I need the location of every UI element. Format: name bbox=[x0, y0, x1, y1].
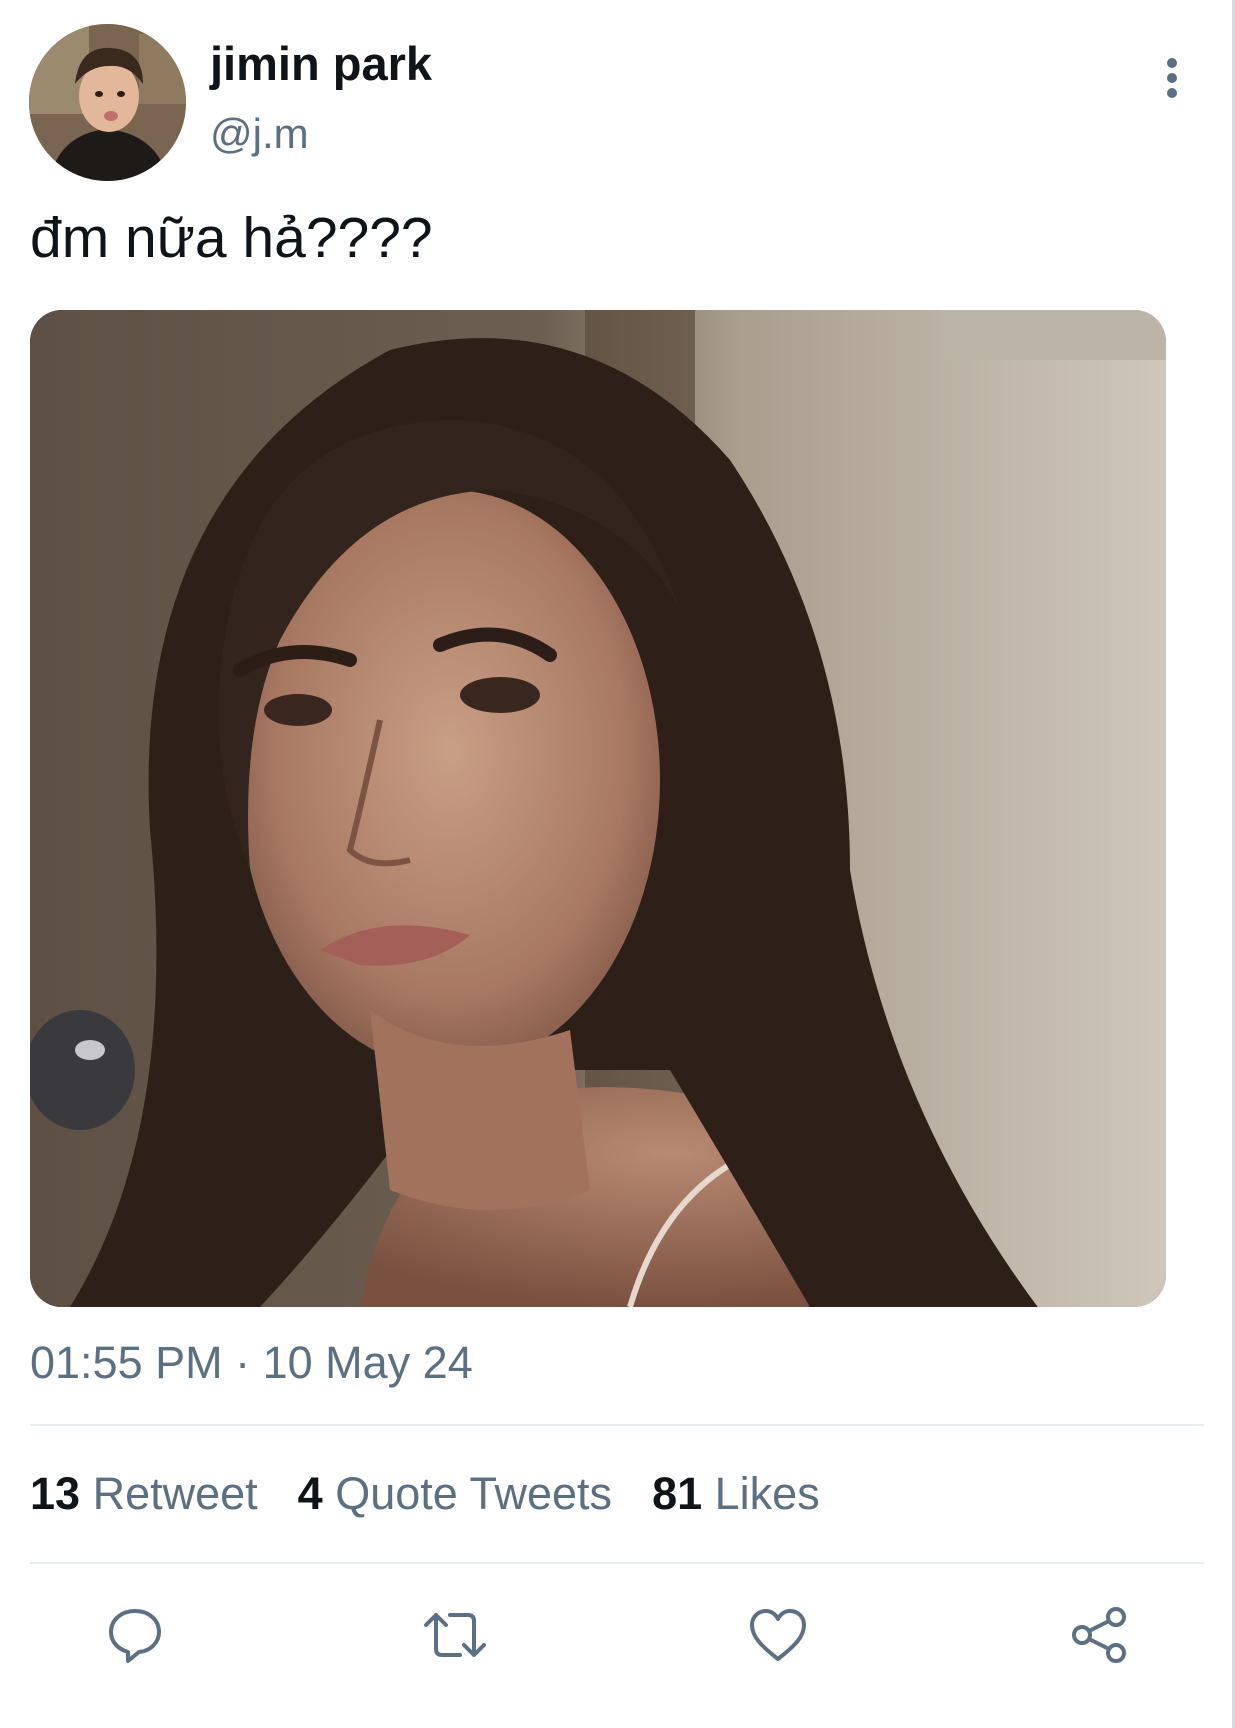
quote-tweets-label: Quote Tweets bbox=[335, 1468, 613, 1519]
user-name[interactable]: jimin park bbox=[210, 36, 432, 91]
retweets-stat[interactable]: 13 Retweet bbox=[30, 1468, 258, 1520]
divider bbox=[30, 1424, 1204, 1426]
like-button[interactable] bbox=[743, 1600, 813, 1670]
divider bbox=[30, 1562, 1204, 1564]
tweet-action-bar bbox=[0, 1600, 1232, 1670]
retweets-label: Retweet bbox=[92, 1468, 258, 1519]
retweet-icon bbox=[424, 1613, 486, 1657]
reply-icon bbox=[109, 1609, 161, 1663]
heart-icon bbox=[750, 1609, 806, 1661]
retweets-count: 13 bbox=[30, 1468, 81, 1519]
tweet-card: jimin park @j.m đm nữa hả???? 01:55 PM ·… bbox=[0, 0, 1232, 1728]
tweet-stats: 13 Retweet 4 Quote Tweets 81 Likes bbox=[30, 1468, 820, 1520]
reply-button[interactable] bbox=[100, 1600, 170, 1670]
media-photo bbox=[30, 310, 1166, 1307]
user-handle[interactable]: @j.m bbox=[210, 110, 309, 158]
quote-tweets-count: 4 bbox=[297, 1468, 323, 1519]
retweet-button[interactable] bbox=[420, 1600, 490, 1670]
likes-count: 81 bbox=[652, 1468, 703, 1519]
quote-tweets-stat[interactable]: 4 Quote Tweets bbox=[298, 1468, 612, 1520]
likes-label: Likes bbox=[714, 1468, 820, 1519]
avatar[interactable] bbox=[29, 24, 186, 181]
more-options-button[interactable] bbox=[1150, 50, 1194, 106]
tweet-timestamp[interactable]: 01:55 PM · 10 May 24 bbox=[30, 1337, 473, 1389]
avatar-image bbox=[29, 24, 186, 181]
share-icon bbox=[1072, 1607, 1126, 1663]
tweet-text: đm nữa hả???? bbox=[30, 206, 433, 270]
tweet-media-image[interactable] bbox=[30, 310, 1166, 1307]
likes-stat[interactable]: 81 Likes bbox=[652, 1468, 820, 1520]
more-vertical-icon bbox=[1167, 58, 1177, 98]
share-button[interactable] bbox=[1065, 1600, 1135, 1670]
